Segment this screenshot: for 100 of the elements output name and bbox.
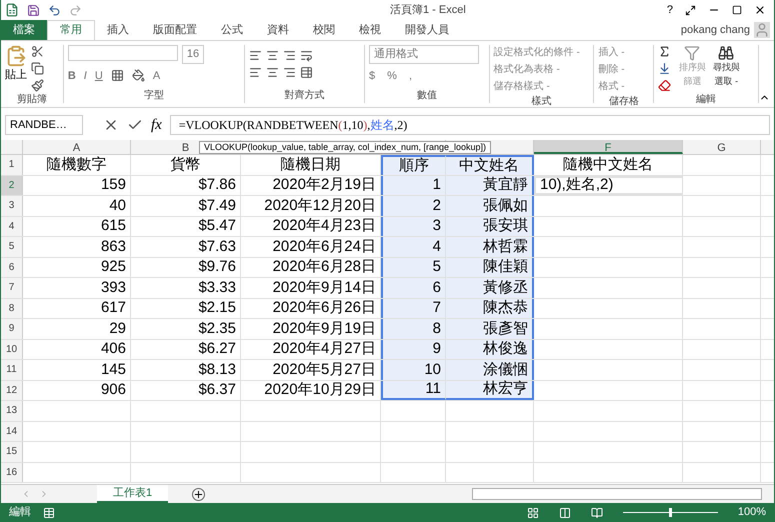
row-header[interactable]: 9 — [1, 319, 23, 338]
column-header[interactable]: A — [23, 140, 131, 154]
row-header[interactable]: 15 — [1, 442, 23, 462]
styles-menu-item[interactable]: 儲存格樣式 - — [494, 79, 580, 94]
currency-button[interactable]: $ — [369, 68, 376, 84]
fill-icon[interactable] — [658, 62, 672, 75]
table-cell: 617 — [23, 298, 131, 318]
row-header[interactable]: 6 — [1, 258, 23, 277]
close-icon[interactable] — [754, 4, 766, 16]
table-cell: 159 — [23, 176, 131, 195]
row-header[interactable]: 3 — [1, 196, 23, 216]
borders-icon[interactable] — [110, 69, 124, 82]
bottom-align-icon[interactable] — [283, 49, 296, 62]
save-icon[interactable] — [27, 4, 40, 16]
ribbon-tab[interactable]: 常用 — [47, 20, 95, 40]
table-cell: 2 — [381, 196, 446, 216]
row-header[interactable]: 1 — [1, 155, 23, 174]
table-cell: 隨機中文姓名 — [534, 155, 683, 174]
wrap-text-icon[interactable] — [300, 49, 314, 62]
status-mode: 編輯 — [9, 505, 31, 520]
align-center-icon[interactable] — [266, 66, 280, 79]
table-cell: 黃修丞 — [446, 278, 534, 298]
percent-button[interactable]: % — [387, 68, 397, 84]
ribbon-tab[interactable]: 開發人員 — [393, 20, 461, 40]
cells-menu-item[interactable]: 插入 - — [598, 45, 625, 60]
ribbon-tab[interactable]: 資料 — [255, 20, 301, 40]
column-header[interactable]: F — [534, 140, 683, 154]
row-header[interactable]: 11 — [1, 360, 23, 380]
styles-menu-item[interactable]: 設定格式化的條件 - — [494, 45, 580, 60]
table-cell: 863 — [23, 237, 131, 256]
page-layout-icon[interactable] — [558, 506, 571, 518]
ribbon-tab[interactable]: 檢視 — [347, 20, 393, 40]
ribbon-tab[interactable]: 公式 — [209, 20, 255, 40]
row-header[interactable]: 16 — [1, 462, 23, 482]
italic-button[interactable]: I — [84, 68, 87, 84]
ribbon-tab[interactable]: 版面配置 — [141, 20, 209, 40]
copy-icon[interactable] — [31, 62, 44, 75]
table-cell: 張安琪 — [446, 216, 534, 236]
row-header[interactable]: 14 — [1, 422, 23, 441]
maximize-icon[interactable] — [732, 5, 742, 15]
row-header[interactable]: 13 — [1, 401, 23, 420]
group-label: 數值 — [416, 89, 438, 103]
format-painter-icon[interactable] — [31, 79, 44, 92]
row-header[interactable]: 12 — [1, 380, 23, 400]
table-cell: 涂儀悃 — [446, 360, 534, 380]
sum-icon[interactable] — [658, 45, 672, 58]
undo-icon[interactable] — [48, 4, 61, 16]
function-tooltip: VLOOKUP(lookup_value, table_array, col_index_num, [range_lookup]) — [199, 141, 491, 154]
row-header[interactable]: 2 — [1, 176, 23, 195]
table-cell: 隨機數字 — [23, 155, 131, 174]
number-format-field[interactable]: 通用格式 — [369, 45, 480, 64]
formula-field[interactable]: =VLOOKUP(RANDBETWEEN(1,10),姓名,2) — [170, 115, 770, 135]
ribbon-tab[interactable]: 插入 — [95, 20, 141, 40]
page-break-icon[interactable] — [590, 506, 603, 518]
find-select-button[interactable]: 尋找與選取 - — [709, 45, 744, 88]
normal-view-icon[interactable] — [526, 506, 539, 518]
sheet-tab[interactable]: 工作表1 — [97, 485, 168, 503]
comma-button[interactable]: , — [408, 68, 412, 84]
top-align-icon[interactable] — [249, 49, 262, 62]
row-header[interactable]: 8 — [1, 298, 23, 318]
table-cell: 陳佳穎 — [446, 258, 534, 277]
cells-menu-item[interactable]: 刪除 - — [598, 62, 625, 77]
table-cell: $6.27 — [131, 340, 241, 359]
row-header[interactable]: 5 — [1, 237, 23, 256]
table-cell: $8.13 — [131, 360, 241, 380]
middle-align-icon[interactable] — [266, 49, 280, 62]
row-header[interactable]: 7 — [1, 278, 23, 298]
underline-button[interactable]: U — [94, 68, 103, 84]
add-sheet-icon[interactable] — [192, 488, 206, 500]
insert-function-button[interactable]: fx — [151, 114, 162, 136]
ribbon-tab[interactable]: 校閱 — [301, 20, 347, 40]
column-header[interactable]: G — [683, 140, 761, 154]
file-tab[interactable]: 檔案 — [1, 20, 47, 40]
align-right-icon[interactable] — [283, 66, 296, 79]
clear-icon[interactable] — [658, 79, 672, 92]
cells-menu-item[interactable]: 格式 - — [598, 79, 625, 94]
cut-icon[interactable] — [31, 45, 44, 58]
styles-menu-item[interactable]: 格式化為表格 - — [494, 62, 580, 77]
table-cell: 順序 — [381, 155, 446, 174]
font-size-field[interactable]: 16 — [182, 45, 204, 64]
name-box[interactable]: RANDBE… — [5, 115, 83, 135]
help-button[interactable]: ? — [666, 2, 673, 18]
fill-color-icon[interactable] — [132, 69, 145, 82]
font-name-field[interactable] — [68, 45, 178, 61]
horizontal-scrollbar[interactable] — [472, 488, 762, 500]
paste-button[interactable]: 貼上 — [5, 45, 27, 84]
table-cell: 7 — [381, 298, 446, 318]
font-color-button[interactable]: A — [152, 68, 160, 84]
table-cell: 黃宜靜 — [446, 176, 534, 195]
zoom-slider-thumb[interactable] — [669, 508, 672, 517]
row-header[interactable]: 10 — [1, 340, 23, 359]
cell-editor[interactable]: 10),姓名,2) — [534, 176, 683, 195]
table-cell: 陳杰恭 — [446, 298, 534, 318]
zoom-level[interactable]: 100% — [738, 504, 766, 521]
user-name[interactable]: pokang chang — [680, 22, 750, 38]
table-cell: 張佩如 — [446, 196, 534, 216]
table-cell: 3 — [381, 216, 446, 236]
row-header[interactable]: 4 — [1, 216, 23, 236]
align-left-icon[interactable] — [249, 66, 262, 79]
bold-button[interactable]: B — [68, 68, 76, 84]
